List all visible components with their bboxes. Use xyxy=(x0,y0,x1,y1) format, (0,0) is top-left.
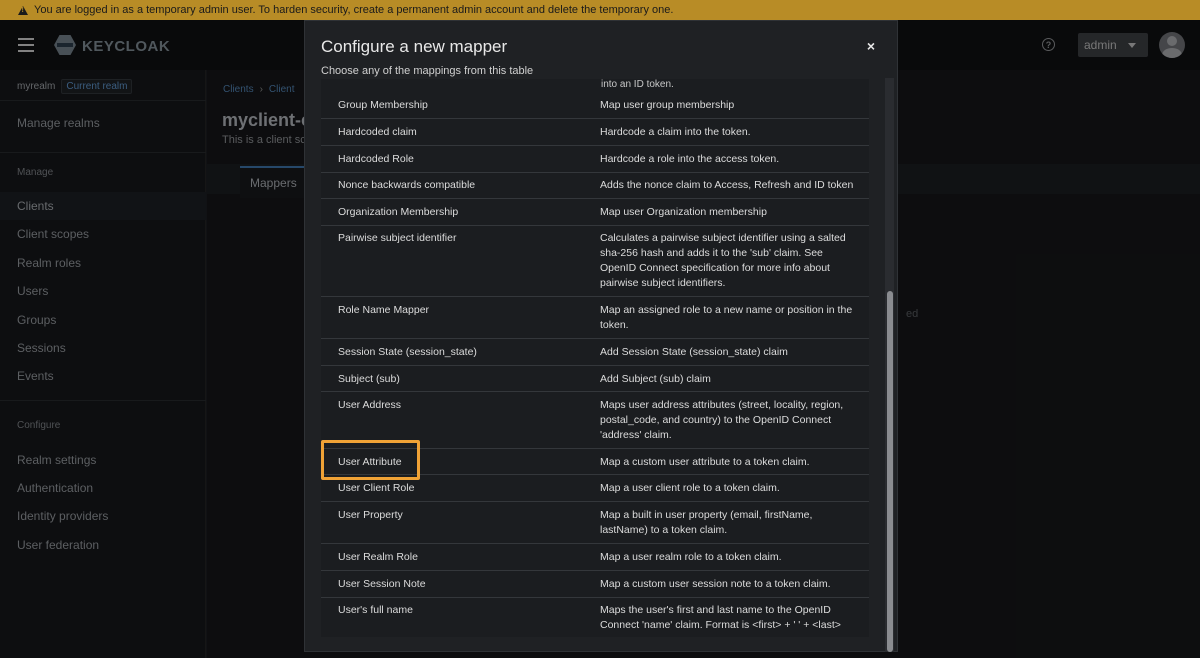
table-row[interactable]: Hardcoded Role Hardcode a role into the a… xyxy=(321,146,869,173)
banner-text: You are logged in as a temporary admin u… xyxy=(34,4,674,16)
mapper-name[interactable]: Hardcoded claim xyxy=(338,125,588,140)
clipped-row-text: into an ID token. xyxy=(601,79,674,90)
mapper-name[interactable]: User's full name xyxy=(338,603,588,618)
user-attribute-highlight xyxy=(321,440,420,480)
table-row[interactable]: User's full name Maps the user's first an… xyxy=(321,597,869,637)
modal-scrollbar-thumb[interactable] xyxy=(887,291,893,652)
mapper-description: Adds the nonce claim to Access, Refresh … xyxy=(600,179,854,191)
table-row[interactable]: Session State (session_state) Add Session… xyxy=(321,339,869,366)
table-row[interactable]: Hardcoded claim Hardcode a claim into the… xyxy=(321,119,869,146)
mapper-name[interactable]: Nonce backwards compatible xyxy=(338,178,588,193)
close-icon[interactable]: × xyxy=(865,39,877,53)
table-row[interactable]: Nonce backwards compatible Adds the nonce… xyxy=(321,172,869,199)
mapper-description: Hardcode a claim into the token. xyxy=(600,126,751,138)
mapper-name[interactable]: Pairwise subject identifier xyxy=(338,231,588,246)
mapper-description: Maps user address attributes (street, lo… xyxy=(600,399,844,441)
mapper-name[interactable]: Group Membership xyxy=(338,98,588,113)
table-row[interactable]: User Realm Role Map a user realm role to … xyxy=(321,544,869,571)
mapper-name[interactable]: User Property xyxy=(338,508,588,523)
temporary-admin-banner: You are logged in as a temporary admin u… xyxy=(0,0,1200,20)
table-row[interactable]: Pairwise subject identifier Calculates a … xyxy=(321,225,869,297)
table-row[interactable]: Role Name Mapper Map an assigned role to … xyxy=(321,297,869,339)
mapper-name[interactable]: Role Name Mapper xyxy=(338,303,588,318)
mapper-description: Map a custom user session note to a toke… xyxy=(600,578,831,590)
mapper-name[interactable]: Hardcoded Role xyxy=(338,152,588,167)
modal-title: Configure a new mapper xyxy=(321,37,508,56)
table-row[interactable]: Organization Membership Map user Organiza… xyxy=(321,199,869,226)
table-row[interactable]: User Property Map a built in user propert… xyxy=(321,502,869,544)
mapper-description: Add Session State (session_state) claim xyxy=(600,346,788,358)
mapper-name[interactable]: User Realm Role xyxy=(338,550,588,565)
mapping-table: into an ID token. Group Membership Map us… xyxy=(321,79,869,637)
mapper-name[interactable]: User Session Note xyxy=(338,577,588,592)
mapper-name[interactable]: Session State (session_state) xyxy=(338,345,588,360)
mapper-description: Map an assigned role to a new name or po… xyxy=(600,304,853,331)
warning-icon xyxy=(18,5,28,15)
mapper-name[interactable]: Subject (sub) xyxy=(338,372,588,387)
table-row[interactable]: Subject (sub) Add Subject (sub) claim xyxy=(321,366,869,392)
mapper-description: Hardcode a role into the access token. xyxy=(600,153,780,165)
mapper-name[interactable]: User Client Role xyxy=(338,481,588,496)
table-row[interactable]: Group Membership Map user group membershi… xyxy=(321,92,869,119)
mapper-description: Map a custom user attribute to a token c… xyxy=(600,456,810,468)
mapper-description: Map a user client role to a token claim. xyxy=(600,482,780,494)
mapper-description: Add Subject (sub) claim xyxy=(600,373,711,385)
mapper-description: Maps the user's first and last name to t… xyxy=(600,604,841,631)
mapper-description: Map user group membership xyxy=(600,99,735,111)
mapper-name[interactable]: User Address xyxy=(338,398,588,413)
modal-description: Choose any of the mappings from this tab… xyxy=(321,65,534,77)
mapper-description: Map a user realm role to a token claim. xyxy=(600,551,782,563)
mapper-description: Calculates a pairwise subject identifier… xyxy=(600,232,846,289)
mapper-description: Map a built in user property (email, fir… xyxy=(600,509,813,536)
mapper-name[interactable]: Organization Membership xyxy=(338,205,588,220)
table-row[interactable]: User Session Note Map a custom user sessi… xyxy=(321,571,869,598)
configure-mapper-modal: Configure a new mapper × Choose any of t… xyxy=(304,20,898,652)
mapper-description: Map user Organization membership xyxy=(600,206,767,218)
